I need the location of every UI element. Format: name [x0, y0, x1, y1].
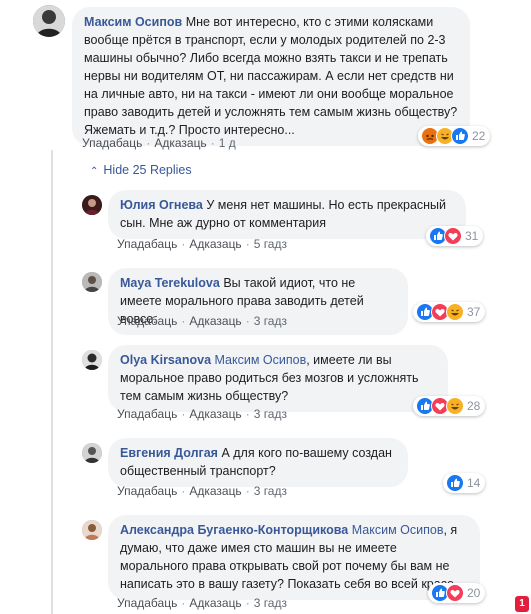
reaction-count: 37	[467, 305, 481, 319]
reply-time[interactable]: 3 гадз	[254, 596, 287, 610]
user-photo-icon	[82, 443, 102, 463]
love-react-icon	[446, 584, 464, 602]
avatar[interactable]	[82, 272, 102, 292]
user-photo-icon	[33, 5, 65, 37]
avatar[interactable]	[33, 5, 65, 37]
comment-author[interactable]: Максим Осипов	[84, 15, 182, 29]
reaction-count: 28	[467, 399, 481, 413]
user-photo-icon	[82, 350, 102, 370]
reaction-count: 14	[467, 476, 481, 490]
reactions-summary[interactable]: 28	[413, 396, 486, 416]
reactions-summary[interactable]: 31	[426, 226, 484, 246]
comment-bubble: Максим Осипов Мне вот интересно, кто с э…	[72, 7, 470, 146]
reply-bubble: Евгения Долгая А для кого по-вашему созд…	[108, 438, 408, 487]
comment-actions: Упадабаць · Адказаць · 1 д	[82, 136, 236, 150]
thread-line	[51, 150, 53, 614]
reply-time[interactable]: 3 гадз	[254, 484, 287, 498]
reply-button[interactable]: Адказаць	[189, 314, 241, 328]
comment-time[interactable]: 1 д	[219, 136, 236, 150]
mention-link[interactable]: Максим Осипов	[352, 523, 444, 537]
like-button[interactable]: Упадабаць	[117, 484, 177, 498]
hide-replies-button[interactable]: ⌃ Hide 25 Replies	[90, 163, 192, 177]
reaction-count: 20	[467, 586, 481, 600]
reply-time[interactable]: 5 гадз	[254, 237, 287, 251]
reply-bubble: Olya Kirsanova Максим Осипов, имеете ли …	[108, 345, 448, 412]
love-react-icon	[444, 227, 462, 245]
reply-actions: Упадабаць · Адказаць · 3 гадз	[117, 407, 287, 421]
reply-author[interactable]: Юлия Огнева	[120, 198, 203, 212]
haha-react-icon	[446, 397, 464, 415]
reaction-count: 31	[465, 229, 479, 243]
like-react-icon	[451, 127, 469, 145]
reaction-count: 22	[472, 129, 486, 143]
reply-author[interactable]: Александра Бугаенко-Конторщикова	[120, 523, 348, 537]
comment-text: Мне вот интересно, кто с этими колясками…	[84, 15, 458, 137]
like-button[interactable]: Упадабаць	[117, 237, 177, 251]
like-react-icon	[446, 474, 464, 492]
notification-badge[interactable]: 1	[515, 596, 529, 612]
reactions-summary[interactable]: 14	[443, 473, 486, 493]
reply-actions: Упадабаць · Адказаць · 5 гадз	[117, 237, 287, 251]
avatar[interactable]	[82, 350, 102, 370]
reply-button[interactable]: Адказаць	[154, 136, 206, 150]
like-button[interactable]: Упадабаць	[117, 407, 177, 421]
like-button[interactable]: Упадабаць	[117, 596, 177, 610]
reply-button[interactable]: Адказаць	[189, 407, 241, 421]
reply-button[interactable]: Адказаць	[189, 237, 241, 251]
reply-actions: Упадабаць · Адказаць · 3 гадз	[117, 484, 287, 498]
hide-replies-label: Hide 25 Replies	[103, 163, 192, 177]
reply-bubble: Александра Бугаенко-Конторщикова Максим …	[108, 515, 480, 600]
reply-author[interactable]: Maya Terekulova	[120, 276, 220, 290]
reply-button[interactable]: Адказаць	[189, 596, 241, 610]
user-photo-icon	[82, 195, 102, 215]
avatar[interactable]	[82, 443, 102, 463]
reply-time[interactable]: 3 гадз	[254, 407, 287, 421]
reply-bubble: Юлия Огнева У меня нет машины. Но есть п…	[108, 190, 466, 239]
reply-time[interactable]: 3 гадз	[254, 314, 287, 328]
user-photo-icon	[82, 520, 102, 540]
like-button[interactable]: Упадабаць	[117, 314, 177, 328]
like-button[interactable]: Упадабаць	[82, 136, 142, 150]
reply-author[interactable]: Olya Kirsanova	[120, 353, 211, 367]
reactions-summary[interactable]: 20	[428, 583, 486, 603]
reply-button[interactable]: Адказаць	[189, 484, 241, 498]
reply-author[interactable]: Евгения Долгая	[120, 446, 218, 460]
reply-actions: Упадабаць · Адказаць · 3 гадз	[117, 596, 287, 610]
reactions-summary[interactable]: 22	[418, 126, 491, 146]
chevron-up-icon: ⌃	[90, 166, 99, 177]
avatar[interactable]	[82, 520, 102, 540]
mention-link[interactable]: Максим Осипов	[215, 353, 307, 367]
haha-react-icon	[446, 303, 464, 321]
reactions-summary[interactable]: 37	[413, 302, 486, 322]
user-photo-icon	[82, 272, 102, 292]
reply-actions: Упадабаць · Адказаць · 3 гадз	[117, 314, 287, 328]
avatar[interactable]	[82, 195, 102, 215]
